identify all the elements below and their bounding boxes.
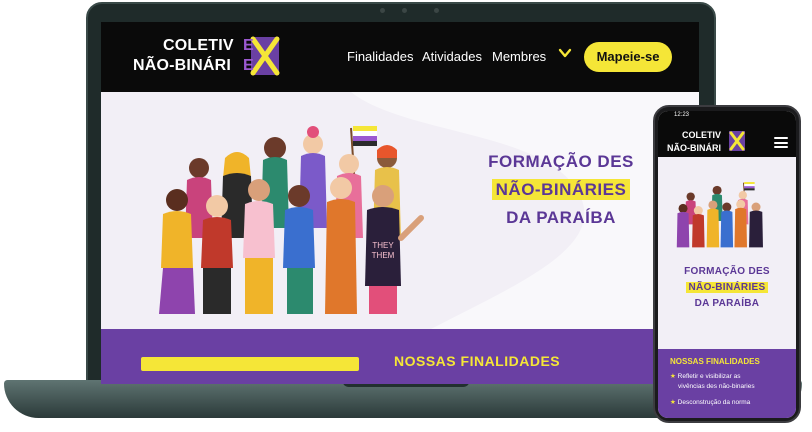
logo-text-line1[interactable]: COLETIV: [682, 130, 721, 140]
nav-link-finalidades[interactable]: Finalidades: [347, 49, 414, 64]
nav-link-atividades[interactable]: Atividades: [422, 49, 482, 64]
hero-title-line1: FORMAÇÃO DES: [684, 266, 770, 277]
people-group-illustration: [676, 182, 763, 248]
phone-status-bar: 12:23: [658, 111, 796, 123]
hero-section: THEY THEM FORMAÇÃO DES NÃO-BINÁRIES DA P…: [101, 92, 699, 329]
logo-accent-letter: E: [243, 57, 254, 74]
status-time: 12:23: [674, 112, 690, 118]
hamburger-menu-icon[interactable]: [774, 137, 788, 148]
phone-screen: 12:23 COLETIV NÃO-BINÁRI FORMAÇÃO DES NÃ…: [658, 111, 796, 418]
phone-finalidades-section: NOSSAS FINALIDADES ★ Refletir e visibili…: [658, 349, 796, 418]
hero-title-line1: FORMAÇÃO DES: [488, 152, 634, 171]
hero-title: FORMAÇÃO DES NÃO-BINÁRIES DA PARAÍBA: [461, 148, 661, 232]
phone-site-header: COLETIV NÃO-BINÁRI: [658, 123, 796, 157]
finalidade-item: ★ Desconstrução da norma: [670, 398, 750, 408]
finalidades-title: NOSSAS FINALIDADES: [670, 357, 760, 366]
chevron-down-icon[interactable]: [558, 46, 572, 60]
site-header: COLETIV NÃO-BINÁRI E E Finalidades Ativi…: [101, 22, 699, 92]
camera-sensor: [402, 8, 407, 13]
finalidade-item: ★ Refletir e visibilizar as vivências de…: [670, 372, 755, 392]
site-logo[interactable]: COLETIV NÃO-BINÁRI E E: [133, 34, 283, 80]
hero-title-line2: NÃO-BINÁRIES: [491, 179, 631, 200]
finalidade-item-text: Desconstrução da norma: [677, 399, 751, 406]
camera-lens: [434, 8, 439, 13]
laptop-screen: COLETIV NÃO-BINÁRI E E Finalidades Ativi…: [101, 22, 699, 384]
logo-text-line2: NÃO-BINÁRI: [133, 57, 231, 74]
hero-title-line2: NÃO-BINÁRIES: [685, 282, 769, 293]
hero-title-line3: DA PARAÍBA: [506, 208, 616, 227]
shirt-text: THEY: [372, 241, 394, 250]
hero-title-line3: DA PARAÍBA: [694, 298, 760, 309]
finalidade-item-text: Refletir e visibilizar as: [677, 373, 741, 380]
mapeie-se-button[interactable]: Mapeie-se: [584, 42, 672, 72]
people-group-illustration: THEY THEM: [159, 126, 424, 314]
camera-sensor: [380, 8, 385, 13]
nav-link-membres[interactable]: Membres: [492, 49, 546, 64]
finalidade-item-text: vivências des não-binaries: [678, 383, 755, 390]
logo-accent-letter: E: [243, 37, 254, 54]
phone-hero-title: FORMAÇÃO DES NÃO-BINÁRIES DA PARAÍBA: [658, 264, 796, 312]
logo-text-line2[interactable]: NÃO-BINÁRI: [667, 143, 721, 153]
decorative-yellow-bar: [141, 357, 359, 371]
logo-text-line1: COLETIV: [163, 37, 234, 54]
logo-x-mark: [729, 131, 745, 151]
shirt-text: THEM: [372, 251, 395, 260]
star-icon: ★: [670, 399, 676, 406]
finalidades-section: NOSSAS FINALIDADES: [101, 329, 699, 384]
star-icon: ★: [670, 373, 676, 380]
finalidades-title: NOSSAS FINALIDADES: [394, 353, 561, 369]
